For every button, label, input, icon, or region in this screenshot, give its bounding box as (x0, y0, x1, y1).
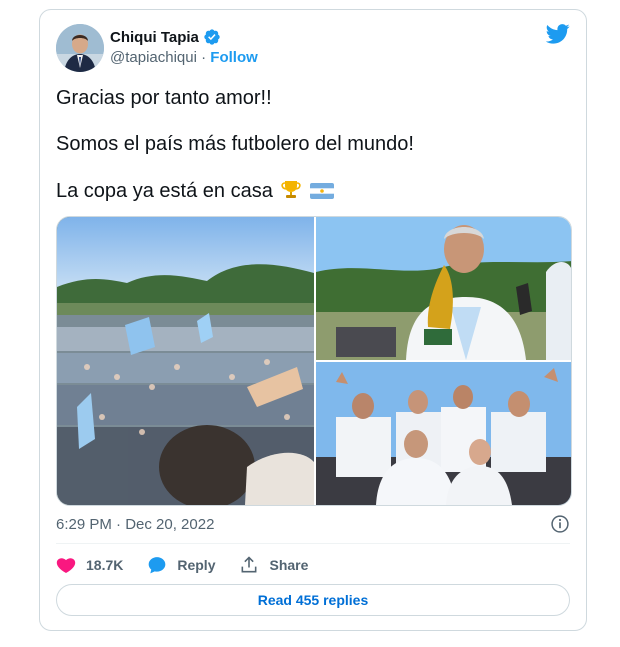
tweet-card: Chiqui Tapia @tapiachiqui · Follow Graci… (39, 9, 587, 631)
argentina-flag-icon (309, 183, 334, 199)
share-label: Share (269, 557, 309, 573)
media-grid (56, 216, 572, 506)
read-replies-button[interactable]: Read 455 replies (56, 584, 570, 616)
separator: · (196, 49, 211, 66)
reply-label: Reply (177, 557, 216, 573)
photo-players[interactable] (316, 362, 571, 505)
tweet-text-line-3: La copa ya está en casa (56, 180, 273, 202)
like-button[interactable]: 18.7K (56, 555, 123, 575)
follow-button[interactable]: Follow (210, 49, 258, 66)
photo-trophy[interactable] (316, 217, 571, 360)
avatar[interactable] (56, 24, 104, 72)
trophy-icon (281, 181, 302, 198)
author-handle-row: @tapiachiqui · Follow (110, 49, 258, 66)
read-replies-label[interactable]: Read 455 replies (258, 592, 369, 608)
tweet-text-line-3-row: La copa ya está en casa (56, 178, 334, 203)
tweet-text-line-1: Gracias por tanto amor!! (56, 87, 272, 109)
like-count: 18.7K (86, 557, 124, 573)
divider (56, 543, 570, 544)
share-button[interactable]: Share (239, 555, 308, 575)
heart-icon (56, 558, 76, 573)
author-name-text[interactable]: Chiqui Tapia (110, 29, 199, 46)
author-name[interactable]: Chiqui Tapia (110, 28, 221, 46)
action-bar: 18.7K Reply Share (56, 555, 332, 575)
verified-badge-icon (204, 29, 220, 45)
twitter-bird-icon[interactable] (546, 24, 570, 44)
timestamp[interactable]: 6:29 PM · Dec 20, 2022 (56, 516, 214, 533)
tweet-text-line-2: Somos el país más futbolero del mundo! (56, 133, 414, 155)
share-icon (242, 556, 257, 573)
photo-crowd[interactable] (57, 217, 314, 505)
reply-button[interactable]: Reply (147, 555, 215, 575)
reply-icon (149, 557, 166, 574)
author-handle[interactable]: @tapiachiqui (110, 49, 197, 66)
info-icon[interactable] (550, 514, 570, 534)
